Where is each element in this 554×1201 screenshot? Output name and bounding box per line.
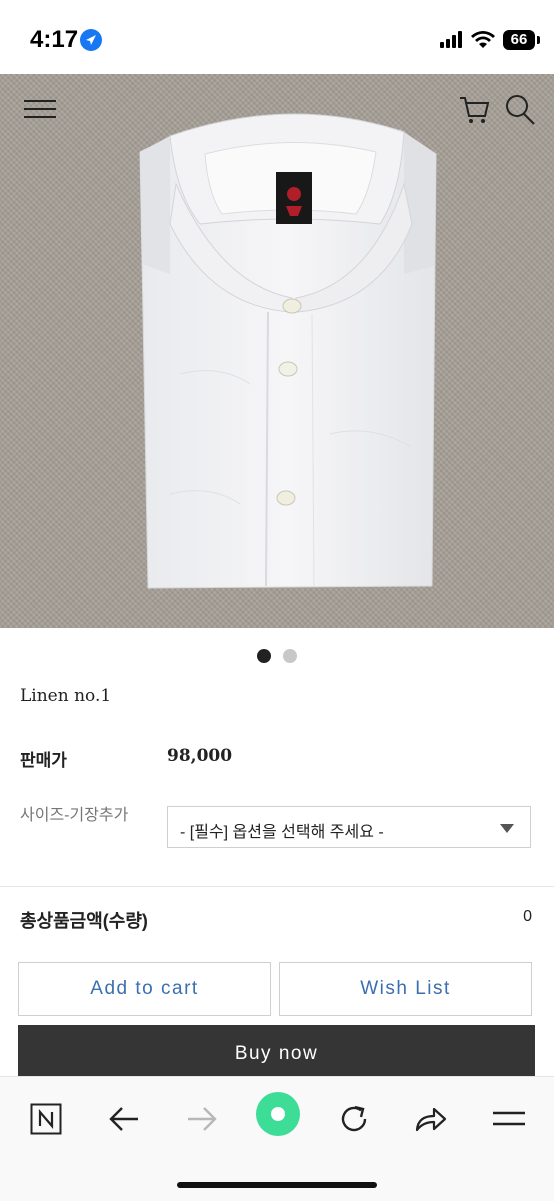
- cart-icon[interactable]: [458, 94, 490, 126]
- product-image[interactable]: [0, 74, 554, 628]
- menu-icon[interactable]: [487, 1099, 531, 1139]
- green-dot-icon[interactable]: [255, 1091, 301, 1137]
- size-option-select[interactable]: - [필수] 옵션을 선택해 주세요 -: [167, 806, 531, 848]
- carousel-dot-2[interactable]: [283, 649, 298, 663]
- share-icon[interactable]: [409, 1099, 453, 1139]
- signal-icon: [440, 31, 462, 48]
- option-select-value: - [필수] 옵션을 선택해 주세요 -: [180, 824, 384, 841]
- buy-now-button[interactable]: Buy now: [18, 1025, 535, 1083]
- hamburger-menu-icon[interactable]: [24, 98, 58, 120]
- total-value: 0: [523, 908, 532, 925]
- battery-indicator: 66: [503, 30, 535, 50]
- dropdown-arrow-icon: [500, 824, 514, 833]
- add-to-cart-button[interactable]: Add to cart: [18, 962, 271, 1016]
- reload-icon[interactable]: [332, 1099, 376, 1139]
- n-logo-icon[interactable]: [24, 1099, 68, 1139]
- total-label: 총상품금액(수량): [20, 911, 148, 931]
- price-label: 판매가: [20, 751, 67, 770]
- search-icon[interactable]: [504, 92, 536, 126]
- divider: [0, 886, 554, 887]
- shirt-illustration: [139, 113, 437, 589]
- option-label: 사이즈-기장추가: [20, 807, 129, 824]
- forward-arrow-icon[interactable]: [180, 1099, 224, 1139]
- home-indicator: [177, 1182, 377, 1188]
- battery-tip: [537, 36, 540, 44]
- wish-list-button[interactable]: Wish List: [279, 962, 532, 1016]
- status-bar: 4:17 66: [0, 0, 554, 74]
- back-arrow-icon[interactable]: [102, 1099, 146, 1139]
- wifi-icon: [471, 31, 495, 48]
- carousel-dot-1[interactable]: [256, 649, 271, 663]
- price-value: 98,000: [167, 746, 233, 766]
- status-time: 4:17: [30, 26, 79, 53]
- product-name: Linen no.1: [20, 686, 112, 706]
- location-arrow-icon: [80, 29, 102, 51]
- carousel-indicator: [0, 649, 554, 668]
